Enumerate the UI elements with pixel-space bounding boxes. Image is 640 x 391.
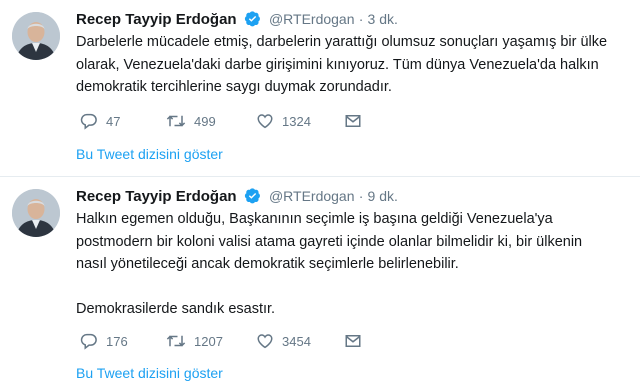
tweet[interactable]: Recep Tayyip Erdoğan @RTErdogan · 9 dk. … xyxy=(0,176,640,391)
heart-icon xyxy=(257,334,273,349)
reply-count: 176 xyxy=(106,333,128,349)
reply-button[interactable]: 176 xyxy=(80,330,128,352)
retweet-icon xyxy=(166,335,186,347)
like-count: 1324 xyxy=(282,113,311,129)
reply-count: 47 xyxy=(106,113,121,129)
tweet-header: Recep Tayyip Erdoğan @RTErdogan · 3 dk. xyxy=(76,9,398,33)
show-thread-link[interactable]: Bu Tweet dizisini göster xyxy=(76,146,223,162)
tweet-header: Recep Tayyip Erdoğan @RTErdogan · 9 dk. xyxy=(76,186,398,210)
retweet-count: 499 xyxy=(194,113,216,129)
reply-button[interactable]: 47 xyxy=(80,110,120,132)
heart-icon xyxy=(257,114,273,129)
tweet[interactable]: Recep Tayyip Erdoğan @RTErdogan · 3 dk. … xyxy=(0,0,640,176)
author-handle[interactable]: @RTErdogan xyxy=(269,188,355,204)
show-thread-link[interactable]: Bu Tweet dizisini göster xyxy=(76,365,223,381)
tweet-text: Darbelerle mücadele etmiş, darbelerin ya… xyxy=(76,34,608,95)
retweet-button[interactable]: 1207 xyxy=(166,330,223,352)
reply-icon xyxy=(80,113,97,130)
envelope-icon xyxy=(345,335,361,347)
reply-icon xyxy=(80,333,97,350)
avatar[interactable] xyxy=(12,12,60,60)
author-name[interactable]: Recep Tayyip Erdoğan xyxy=(76,11,237,28)
like-button[interactable]: 3454 xyxy=(256,330,311,352)
like-button[interactable]: 1324 xyxy=(256,110,311,132)
avatar[interactable] xyxy=(12,189,60,237)
verified-badge-icon xyxy=(244,187,261,210)
avatar-portrait-icon xyxy=(12,189,60,237)
author-name[interactable]: Recep Tayyip Erdoğan xyxy=(76,188,237,205)
direct-message-button[interactable] xyxy=(344,110,362,132)
envelope-icon xyxy=(345,115,361,127)
tweet-timestamp[interactable]: 3 dk. xyxy=(368,11,398,27)
retweet-count: 1207 xyxy=(194,333,223,349)
retweet-button[interactable]: 499 xyxy=(166,110,216,132)
direct-message-button[interactable] xyxy=(344,330,362,352)
retweet-icon xyxy=(166,115,186,127)
tweet-text: Halkın egemen olduğu, Başkanının seçimle… xyxy=(76,211,583,317)
like-count: 3454 xyxy=(282,333,311,349)
separator-dot: · xyxy=(358,11,364,27)
separator-dot: · xyxy=(358,188,364,204)
avatar-portrait-icon xyxy=(12,12,60,60)
tweet-timestamp[interactable]: 9 dk. xyxy=(368,188,398,204)
verified-badge-icon xyxy=(244,10,261,33)
author-handle[interactable]: @RTErdogan xyxy=(269,11,355,27)
